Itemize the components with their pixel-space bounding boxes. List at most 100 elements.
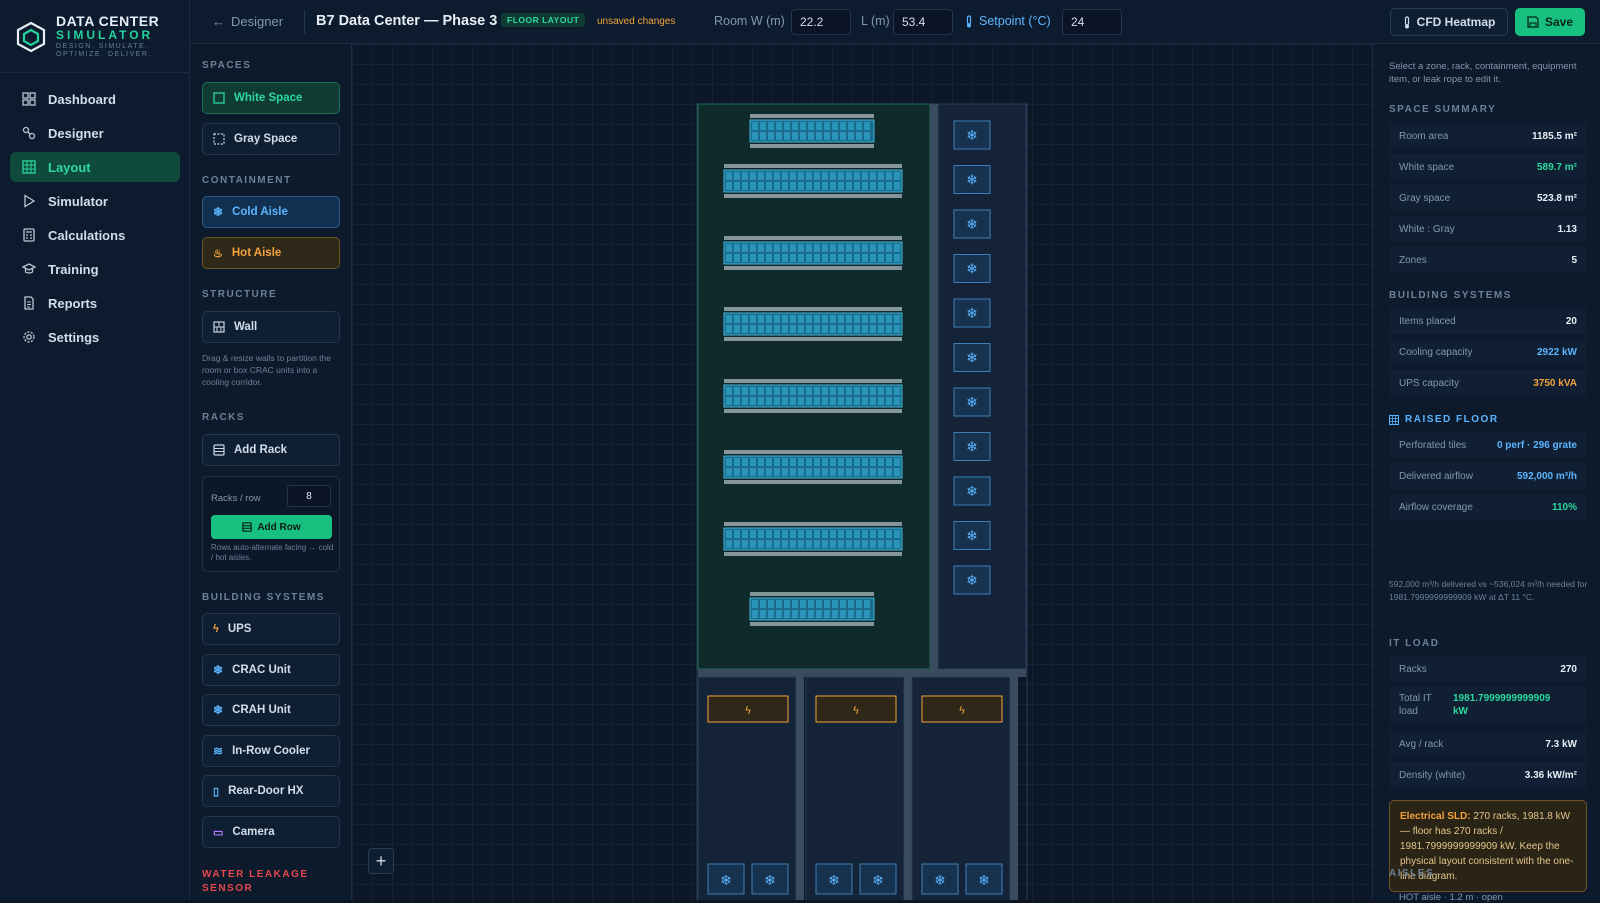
nav-item-dashboard[interactable]: Dashboard bbox=[10, 84, 180, 114]
nav-label: Layout bbox=[48, 159, 91, 175]
rack bbox=[854, 458, 860, 466]
square-icon bbox=[213, 92, 225, 104]
rack bbox=[790, 244, 796, 252]
row-key-line2: load bbox=[1399, 706, 1418, 717]
setpoint-label: Setpoint (°C) bbox=[965, 14, 1051, 28]
nav-item-calculations[interactable]: Calculations bbox=[10, 220, 180, 250]
gear-icon bbox=[23, 331, 35, 343]
rack bbox=[894, 397, 900, 405]
nav-item-designer[interactable]: Designer bbox=[10, 118, 180, 148]
rack bbox=[824, 132, 830, 140]
rack bbox=[854, 387, 860, 395]
rack bbox=[878, 530, 884, 538]
rack bbox=[776, 132, 782, 140]
row-note: Rows auto-alternate facing → cold / hot … bbox=[211, 543, 334, 562]
crac-unit-tool[interactable]: ❄ CRAC Unit bbox=[202, 654, 340, 686]
nav-item-layout[interactable]: Layout bbox=[10, 152, 180, 182]
rack bbox=[830, 315, 836, 323]
crah-unit-tool[interactable]: ❄ CRAH Unit bbox=[202, 694, 340, 726]
nav-item-training[interactable]: Training bbox=[10, 254, 180, 284]
rack bbox=[742, 397, 748, 405]
rack bbox=[838, 530, 844, 538]
tool-label: Hot Aisle bbox=[231, 247, 282, 259]
rack bbox=[894, 530, 900, 538]
row-value-line2: kW bbox=[1453, 706, 1468, 717]
setpoint-input[interactable]: 24 bbox=[1062, 9, 1122, 35]
rack bbox=[766, 325, 772, 333]
tool-label: Wall bbox=[234, 321, 258, 333]
floor-canvas[interactable]: ❄ ❄ ❄ ❄ ❄ ❄ ❄ ❄ ❄ ❄ ❄ ϟ ❄ ❄ ϟ ❄ ❄ ϟ ❄ ❄ + bbox=[352, 44, 1372, 900]
rack-icon bbox=[242, 522, 253, 532]
floor-plan[interactable]: ❄ ❄ ❄ ❄ ❄ ❄ ❄ ❄ ❄ ❄ ❄ ϟ ❄ ❄ ϟ ❄ ❄ ϟ ❄ ❄ bbox=[352, 44, 1372, 900]
aisle-ticks bbox=[724, 164, 902, 168]
rack bbox=[822, 254, 828, 262]
rack bbox=[790, 172, 796, 180]
camera-tool[interactable]: ▭ Camera bbox=[202, 816, 340, 848]
nav-item-settings[interactable]: Settings bbox=[10, 322, 180, 352]
rack bbox=[846, 244, 852, 252]
rack bbox=[814, 397, 820, 405]
rack bbox=[750, 530, 756, 538]
rack bbox=[766, 397, 772, 405]
row-key: Items placed bbox=[1399, 316, 1456, 327]
density-row: Density (white) 3.36 kW/m² bbox=[1389, 762, 1587, 788]
rack bbox=[782, 530, 788, 538]
room-length-input[interactable]: 53.4 bbox=[893, 9, 953, 35]
ups-tool[interactable]: ϟ UPS bbox=[202, 613, 340, 645]
rack bbox=[832, 610, 838, 618]
room-width-input[interactable]: 22.2 bbox=[791, 9, 851, 35]
rf-row: Airflow coverage 110% bbox=[1389, 494, 1587, 520]
nav-item-simulator[interactable]: Simulator bbox=[10, 186, 180, 216]
zoom-in-button[interactable]: + bbox=[368, 848, 394, 874]
rack bbox=[830, 254, 836, 262]
white-space-tool[interactable]: White Space bbox=[202, 82, 340, 114]
rack bbox=[830, 182, 836, 190]
tool-label: In-Row Cooler bbox=[232, 745, 311, 757]
app-logo[interactable]: DATA CENTER SIMULATOR DESIGN. SIMULATE. … bbox=[16, 14, 159, 59]
rack bbox=[840, 610, 846, 618]
snowflake-icon: ❄ bbox=[966, 484, 978, 500]
rack bbox=[814, 387, 820, 395]
rack bbox=[758, 397, 764, 405]
in-row-cooler-tool[interactable]: ≋ In-Row Cooler bbox=[202, 735, 340, 767]
rear-door-hx-tool[interactable]: ▯ Rear-Door HX bbox=[202, 775, 340, 807]
racks-per-row-input[interactable] bbox=[287, 485, 331, 507]
rack bbox=[862, 387, 868, 395]
rack bbox=[854, 468, 860, 476]
rack bbox=[726, 315, 732, 323]
rack bbox=[894, 254, 900, 262]
cold-aisle-tool[interactable]: ❄ Cold Aisle bbox=[202, 196, 340, 228]
rack bbox=[768, 132, 774, 140]
rack bbox=[862, 468, 868, 476]
save-button[interactable]: Save bbox=[1515, 8, 1585, 36]
aisle-item[interactable]: HOT aisle · 1.2 m · open bbox=[1399, 892, 1503, 903]
row-value: 5 bbox=[1571, 255, 1577, 266]
rack bbox=[742, 458, 748, 466]
rack bbox=[848, 610, 854, 618]
raised-floor-title: RAISED FLOOR bbox=[1389, 414, 1499, 425]
rack bbox=[742, 530, 748, 538]
wall-tool[interactable]: Wall bbox=[202, 311, 340, 343]
back-link[interactable]: ← Designer bbox=[212, 14, 283, 29]
rack bbox=[800, 600, 806, 608]
rack bbox=[870, 244, 876, 252]
add-rack-tool[interactable]: Add Rack bbox=[202, 434, 340, 466]
cfd-heatmap-button[interactable]: CFD Heatmap bbox=[1390, 8, 1508, 36]
hot-aisle-tool[interactable]: ♨ Hot Aisle bbox=[202, 237, 340, 269]
rack bbox=[782, 182, 788, 190]
aisle-ticks bbox=[750, 114, 874, 118]
rack bbox=[790, 325, 796, 333]
nav-item-reports[interactable]: Reports bbox=[10, 288, 180, 318]
rack bbox=[766, 387, 772, 395]
rack bbox=[766, 530, 772, 538]
snowflake-icon: ❄ bbox=[966, 440, 978, 456]
rack bbox=[856, 600, 862, 608]
add-row-button[interactable]: Add Row bbox=[211, 515, 332, 539]
rack bbox=[814, 244, 820, 252]
rack bbox=[752, 132, 758, 140]
rack bbox=[742, 315, 748, 323]
bolt-icon: ϟ bbox=[744, 704, 751, 717]
gray-space-tool[interactable]: Gray Space bbox=[202, 123, 340, 155]
rack bbox=[870, 387, 876, 395]
thermometer-icon bbox=[966, 14, 972, 27]
